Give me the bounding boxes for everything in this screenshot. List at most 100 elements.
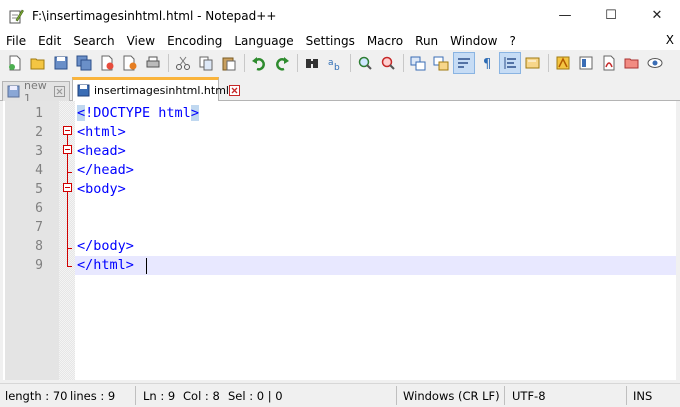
status-bar: length : 70 lines : 9 Ln : 9 Col : 8 Sel… [0,383,680,407]
saved-file-icon [7,85,20,98]
status-insert-mode[interactable]: INS [633,389,652,403]
line-number: 8 [35,239,43,254]
open-file-icon[interactable] [27,52,49,74]
window-title: F:\insertimagesinhtml.html - Notepad++ [32,8,277,23]
word-wrap-icon[interactable] [453,52,475,74]
menu-encoding[interactable]: Encoding [160,34,227,48]
toolbar-separator [297,54,298,72]
paste-icon[interactable] [218,52,240,74]
menu-bar: File Edit Search View Encoding Language … [0,31,680,50]
menu-file[interactable]: File [0,34,31,48]
indent-guide-icon[interactable] [499,52,521,74]
close-window-button[interactable]: ✕ [634,0,680,31]
editor[interactable]: 1 2 3 4 5 6 7 8 9 <!DOCTYPE html> <html>… [0,101,680,380]
code-line: </head> [77,162,134,178]
menu-search[interactable]: Search [66,34,119,48]
menu-macro[interactable]: Macro [360,34,408,48]
tab-label: insertimagesinhtml.html [94,84,229,97]
code-line: <body> [77,181,126,197]
toolbar-separator [168,54,169,72]
zoom-out-icon[interactable] [377,52,399,74]
tab-bar: new 1 insertimagesinhtml.html [0,76,680,105]
line-number: 2 [35,125,43,140]
status-eol[interactable]: Windows (CR LF) [403,389,500,403]
code-line: <head> [77,143,126,159]
code-line: </body> [77,238,134,254]
status-separator [396,386,397,405]
status-encoding[interactable]: UTF-8 [512,389,546,403]
title-bar: F:\insertimagesinhtml.html - Notepad++ —… [0,0,680,31]
line-number: 7 [35,220,43,235]
fold-collapse-icon[interactable] [63,183,72,192]
menu-window[interactable]: Window [443,34,502,48]
undo-icon[interactable] [248,52,270,74]
show-all-chars-icon[interactable]: ¶ [476,52,498,74]
redo-icon[interactable] [271,52,293,74]
maximize-button[interactable]: ☐ [588,0,634,31]
cut-icon[interactable] [172,52,194,74]
status-separator [135,386,136,405]
code-text: !DOCTYPE html [85,105,191,121]
svg-text:a: a [328,58,334,68]
line-number: 4 [35,163,43,178]
monitoring-icon[interactable] [644,52,666,74]
line-number: 5 [35,182,43,197]
close-document-button[interactable]: X [666,33,674,47]
tab-close-icon[interactable] [229,85,240,96]
code-line: <html> [77,124,126,140]
folder-icon[interactable] [621,52,643,74]
line-number: 3 [35,144,43,159]
print-icon[interactable] [142,52,164,74]
document-map-icon[interactable] [575,52,597,74]
code-line: </html> [77,257,134,273]
code-line-doctype: <!DOCTYPE html> [77,104,199,123]
status-separator [504,386,505,405]
copy-icon[interactable] [195,52,217,74]
function-list-icon[interactable] [522,52,544,74]
fold-collapse-icon[interactable] [63,145,72,154]
new-file-icon[interactable] [4,52,26,74]
tab-close-icon[interactable] [54,86,65,97]
tab-new-1[interactable]: new 1 [2,79,70,105]
menu-edit[interactable]: Edit [31,34,66,48]
replace-icon[interactable]: ab [324,52,346,74]
menu-language[interactable]: Language [227,34,298,48]
save-icon[interactable] [50,52,72,74]
notepad-plus-plus-icon [8,8,24,24]
line-number: 6 [35,201,43,216]
fold-end-marker [67,172,72,173]
pdf-icon[interactable] [598,52,620,74]
save-all-icon[interactable] [73,52,95,74]
status-separator [626,386,627,405]
saved-file-icon [77,84,90,97]
close-icon[interactable] [96,52,118,74]
brace-match: > [190,105,199,121]
menu-run[interactable]: Run [408,34,443,48]
sync-horizontal-icon[interactable] [430,52,452,74]
brace-match: < [77,105,86,121]
menu-help[interactable]: ? [503,34,521,48]
toolbar-separator [350,54,351,72]
fold-line [67,135,68,266]
sync-vertical-icon[interactable] [407,52,429,74]
minimize-button[interactable]: — [542,0,588,31]
svg-text:¶: ¶ [483,57,491,71]
toolbar: ab ¶ [0,50,680,76]
svg-text:b: b [334,63,340,71]
find-icon[interactable] [301,52,323,74]
status-sel: Sel : 0 | 0 [228,389,283,403]
close-all-icon[interactable] [119,52,141,74]
toolbar-separator [244,54,245,72]
tab-insertimagesinhtml[interactable]: insertimagesinhtml.html [72,77,240,101]
fold-end-marker [67,248,72,249]
menu-settings[interactable]: Settings [299,34,360,48]
menu-view[interactable]: View [120,34,160,48]
status-length: length : 70 [5,389,68,403]
status-col: Col : 8 [183,389,220,403]
fold-collapse-icon[interactable] [63,126,72,135]
toolbar-separator [403,54,404,72]
line-number: 1 [35,106,43,121]
folder-as-workspace-icon[interactable] [552,52,574,74]
line-number: 9 [35,258,43,273]
zoom-in-icon[interactable] [354,52,376,74]
